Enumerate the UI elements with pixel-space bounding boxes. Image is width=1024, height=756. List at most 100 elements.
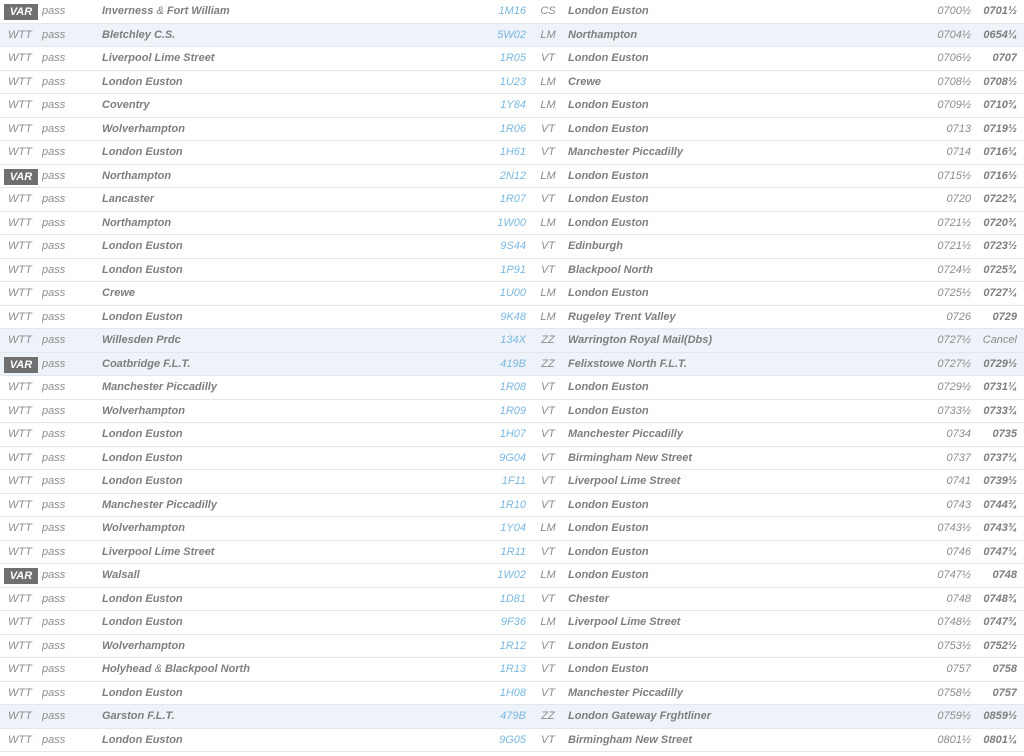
headcode-link[interactable]: 1D81 <box>480 588 526 611</box>
headcode-link[interactable]: 1R07 <box>480 188 526 211</box>
headcode-link[interactable]: 1U23 <box>480 71 526 94</box>
service-row[interactable]: VAR pass Walsall 1W02 LM London Euston 0747½ 07… <box>0 564 1024 588</box>
headcode-link[interactable]: 9F36 <box>480 611 526 634</box>
destination-link[interactable]: Blackpool North <box>568 259 898 282</box>
headcode-link[interactable]: 1H08 <box>480 682 526 705</box>
service-row[interactable]: WTT pass London Euston 9G04 VT Birmingham New… <box>0 447 1024 470</box>
destination-link[interactable]: London Euston <box>568 94 898 117</box>
origin-link[interactable]: Northampton <box>102 165 482 188</box>
service-row[interactable]: WTT pass London Euston 1U23 LM Crewe 0708½ 0708… <box>0 71 1024 94</box>
origin-link[interactable]: Liverpool Lime Street <box>102 47 482 70</box>
destination-link[interactable]: London Euston <box>568 400 898 423</box>
service-row[interactable]: WTT pass Northampton 1W00 LM London Euston 072… <box>0 212 1024 235</box>
headcode-link[interactable]: 1M16 <box>480 0 526 23</box>
service-row[interactable]: WTT pass London Euston 1D81 VT Chester 0748 074… <box>0 588 1024 611</box>
headcode-link[interactable]: 1Y84 <box>480 94 526 117</box>
service-row[interactable]: WTT pass Manchester Piccadilly 1R10 VT London… <box>0 494 1024 517</box>
service-row[interactable]: WTT pass Wolverhampton 1R12 VT London Euston 0… <box>0 635 1024 658</box>
destination-link[interactable]: London Euston <box>568 282 898 305</box>
service-row[interactable]: WTT pass Wolverhampton 1Y04 LM London Euston 0… <box>0 517 1024 541</box>
destination-link[interactable]: Manchester Piccadilly <box>568 423 898 446</box>
headcode-link[interactable]: 1R05 <box>480 47 526 70</box>
headcode-link[interactable]: 1W02 <box>480 564 526 587</box>
service-row[interactable]: WTT pass Holyhead & Blackpool North 1R13 VT L… <box>0 658 1024 682</box>
origin-link[interactable]: Wolverhampton <box>102 635 482 658</box>
origin-link[interactable]: London Euston <box>102 682 482 705</box>
service-row[interactable]: WTT pass London Euston 9G05 VT Birmingham New… <box>0 729 1024 752</box>
headcode-link[interactable]: 1R09 <box>480 400 526 423</box>
origin-link[interactable]: Coventry <box>102 94 482 117</box>
origin-link[interactable]: London Euston <box>102 447 482 470</box>
headcode-link[interactable]: 1R13 <box>480 658 526 681</box>
destination-link[interactable]: Felixstowe North F.L.T. <box>568 353 898 376</box>
destination-link[interactable]: London Euston <box>568 118 898 141</box>
destination-link[interactable]: London Euston <box>568 188 898 211</box>
service-row[interactable]: WTT pass London Euston 1F11 VT Liverpool Lime… <box>0 470 1024 494</box>
origin-link[interactable]: London Euston <box>102 729 482 752</box>
service-row[interactable]: WTT pass Bletchley C.S. 5W02 LM Northampton 07… <box>0 23 1024 47</box>
destination-link[interactable]: Liverpool Lime Street <box>568 470 898 493</box>
headcode-link[interactable]: 9S44 <box>480 235 526 258</box>
headcode-link[interactable]: 1W00 <box>480 212 526 235</box>
destination-link[interactable]: Manchester Piccadilly <box>568 141 898 164</box>
origin-link[interactable]: Coatbridge F.L.T. <box>102 353 482 376</box>
origin-link[interactable]: Inverness & Fort William <box>102 0 482 23</box>
headcode-link[interactable]: 1Y04 <box>480 517 526 540</box>
service-row[interactable]: WTT pass London Euston 1P91 VT Blackpool Nort… <box>0 259 1024 282</box>
headcode-link[interactable]: 9G04 <box>480 447 526 470</box>
origin-link[interactable]: Northampton <box>102 212 482 235</box>
destination-link[interactable]: London Euston <box>568 635 898 658</box>
destination-link[interactable]: London Euston <box>568 212 898 235</box>
destination-link[interactable]: Warrington Royal Mail(Dbs) <box>568 329 898 352</box>
headcode-link[interactable]: 1R06 <box>480 118 526 141</box>
destination-link[interactable]: London Euston <box>568 0 898 23</box>
destination-link[interactable]: London Euston <box>568 165 898 188</box>
headcode-link[interactable]: 1R12 <box>480 635 526 658</box>
destination-link[interactable]: Northampton <box>568 24 898 47</box>
headcode-link[interactable]: 1R11 <box>480 541 526 564</box>
origin-link[interactable]: Garston F.L.T. <box>102 705 482 728</box>
destination-link[interactable]: Manchester Piccadilly <box>568 682 898 705</box>
headcode-link[interactable]: 1H61 <box>480 141 526 164</box>
origin-link[interactable]: Holyhead & Blackpool North <box>102 658 482 681</box>
headcode-link[interactable]: 2N12 <box>480 165 526 188</box>
origin-link[interactable]: Lancaster <box>102 188 482 211</box>
destination-link[interactable]: London Euston <box>568 47 898 70</box>
service-row[interactable]: WTT pass Liverpool Lime Street 1R05 VT London… <box>0 47 1024 71</box>
destination-link[interactable]: Edinburgh <box>568 235 898 258</box>
headcode-link[interactable]: 1U00 <box>480 282 526 305</box>
service-row[interactable]: WTT pass Manchester Piccadilly 1R08 VT London… <box>0 376 1024 400</box>
headcode-link[interactable]: 134X <box>480 329 526 352</box>
destination-link[interactable]: Rugeley Trent Valley <box>568 306 898 329</box>
service-row[interactable]: WTT pass Coventry 1Y84 LM London Euston 0709½ 0… <box>0 94 1024 118</box>
service-row[interactable]: WTT pass Willesden Prdc 134X ZZ Warrington Ro… <box>0 329 1024 353</box>
origin-link[interactable]: London Euston <box>102 141 482 164</box>
service-row[interactable]: WTT pass Lancaster 1R07 VT London Euston 0720 0… <box>0 188 1024 212</box>
service-row[interactable]: WTT pass London Euston 1H61 VT Manchester Pic… <box>0 141 1024 165</box>
destination-link[interactable]: Chester <box>568 588 898 611</box>
origin-link[interactable]: London Euston <box>102 306 482 329</box>
service-row[interactable]: WTT pass Crewe 1U00 LM London Euston 0725½ 0727… <box>0 282 1024 306</box>
origin-link[interactable]: London Euston <box>102 588 482 611</box>
destination-link[interactable]: London Euston <box>568 376 898 399</box>
origin-link[interactable]: London Euston <box>102 470 482 493</box>
headcode-link[interactable]: 1P91 <box>480 259 526 282</box>
headcode-link[interactable]: 9G05 <box>480 729 526 752</box>
service-row[interactable]: VAR pass Coatbridge F.L.T. 419B ZZ Felixstowe… <box>0 352 1024 376</box>
origin-link[interactable]: Wolverhampton <box>102 400 482 423</box>
origin-link[interactable]: London Euston <box>102 71 482 94</box>
origin-link[interactable]: Manchester Piccadilly <box>102 376 482 399</box>
service-row[interactable]: WTT pass Garston F.L.T. 479B ZZ London Gatewa… <box>0 705 1024 729</box>
headcode-link[interactable]: 9K48 <box>480 306 526 329</box>
origin-link[interactable]: London Euston <box>102 423 482 446</box>
service-row[interactable]: WTT pass London Euston 1H07 VT Manchester Pic… <box>0 423 1024 447</box>
headcode-link[interactable]: 419B <box>480 353 526 376</box>
destination-link[interactable]: London Euston <box>568 564 898 587</box>
origin-link[interactable]: Liverpool Lime Street <box>102 541 482 564</box>
service-row[interactable]: WTT pass Wolverhampton 1R09 VT London Euston 0… <box>0 400 1024 423</box>
destination-link[interactable]: London Euston <box>568 541 898 564</box>
destination-link[interactable]: Birmingham New Street <box>568 729 898 752</box>
service-row[interactable]: WTT pass Wolverhampton 1R06 VT London Euston 0… <box>0 118 1024 141</box>
service-row[interactable]: WTT pass London Euston 9K48 LM Rugeley Trent … <box>0 306 1024 329</box>
origin-link[interactable]: London Euston <box>102 611 482 634</box>
